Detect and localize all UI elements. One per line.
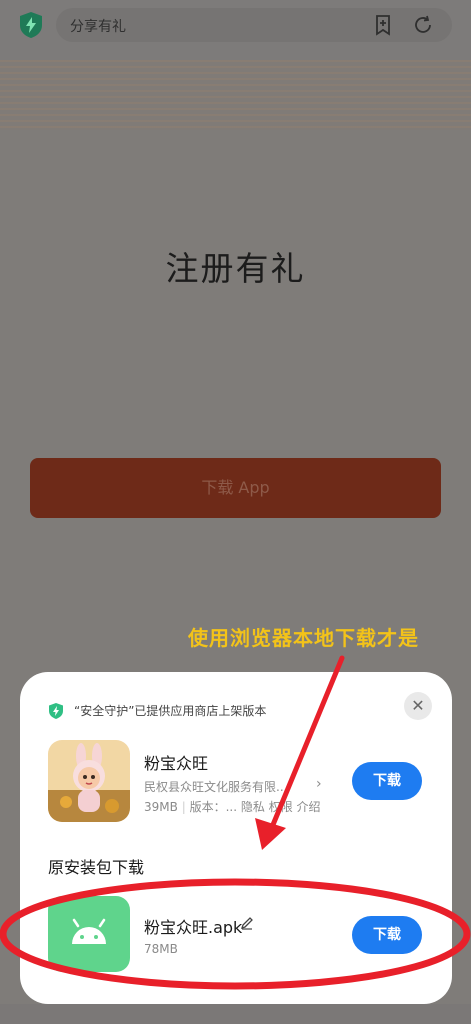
close-button[interactable]: ✕ (404, 692, 432, 720)
annotation-text: 使用浏览器本地下载才是 (188, 626, 419, 650)
shield-bolt-icon (49, 703, 63, 719)
pencil-icon[interactable] (240, 916, 254, 930)
close-icon: ✕ (411, 696, 425, 715)
shield-bolt-icon[interactable] (18, 11, 44, 39)
app-icon (48, 740, 130, 822)
store-app-name: 粉宝众旺 (144, 754, 209, 773)
section-title: 原安装包下载 (48, 858, 145, 877)
apk-file-size: 78MB (144, 942, 178, 956)
store-app-meta: 39MB | 版本：... 隐私 权限 介绍 (144, 800, 321, 814)
app-artwork (48, 740, 130, 822)
system-nav-bar (0, 1004, 471, 1024)
apk-file-name: 粉宝众旺.apk (144, 918, 243, 937)
chevron-right-icon[interactable]: › (316, 776, 322, 792)
download-app-button[interactable]: 下载 App (30, 458, 441, 518)
address-bar[interactable]: 分享有礼 (56, 8, 452, 42)
apk-download-button[interactable]: 下载 (352, 916, 422, 954)
intro-link[interactable]: 介绍 (297, 800, 321, 814)
refresh-icon[interactable] (412, 14, 434, 36)
page-headline: 注册有礼 (165, 249, 306, 288)
secure-notice: “安全守护”已提供应用商店上架版本 (74, 704, 267, 718)
store-app-developer: 民权县众旺文化服务有限... (144, 780, 288, 794)
header-banner (0, 60, 471, 130)
privacy-link[interactable]: 隐私 (241, 800, 265, 814)
store-app-version: 版本：... (189, 800, 238, 814)
permission-link[interactable]: 权限 (269, 800, 293, 814)
page-title-bar: 分享有礼 (70, 19, 126, 35)
browser-toolbar: 分享有礼 (0, 0, 471, 60)
bookmark-add-icon[interactable] (372, 14, 394, 36)
store-download-button[interactable]: 下载 (352, 762, 422, 800)
store-app-size: 39MB (144, 800, 178, 814)
android-icon (48, 896, 130, 972)
download-bottom-sheet: “安全守护”已提供应用商店上架版本 ✕ 粉宝众旺 民权县众旺文化服务有限... … (20, 672, 452, 1004)
